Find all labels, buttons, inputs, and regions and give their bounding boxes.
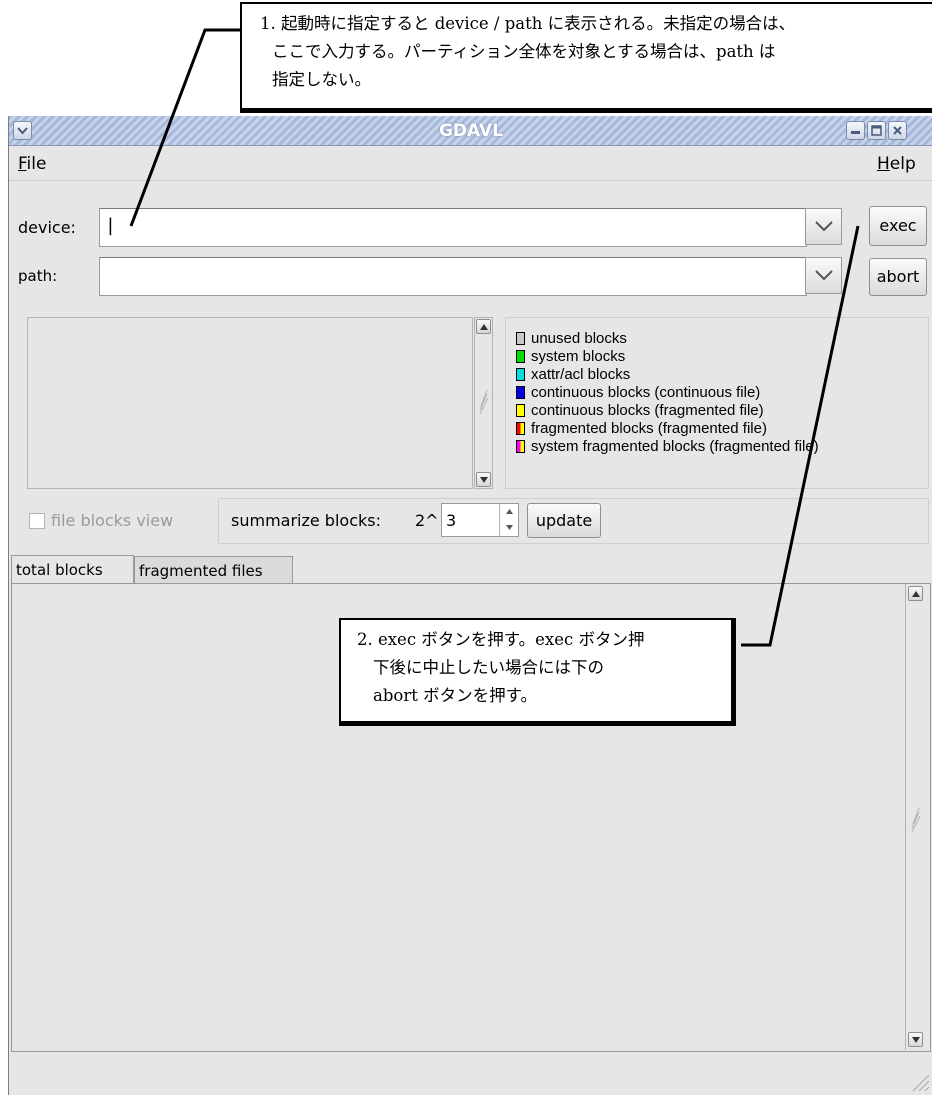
spin-down-button[interactable] bbox=[499, 520, 518, 536]
close-button[interactable] bbox=[888, 121, 907, 140]
callout-1-line-2: ここで入力する。パーティション全体を対象とする場合は、path は bbox=[272, 42, 776, 61]
callout-exec-abort: 2. exec ボタンを押す。exec ボタン押 下後に中止したい場合には下の … bbox=[339, 618, 736, 726]
file-blocks-view-checkbox[interactable] bbox=[29, 513, 45, 529]
summarize-prefix: 2^ bbox=[415, 511, 439, 530]
scroll-down-button[interactable] bbox=[908, 1032, 923, 1047]
scroll-down-button[interactable] bbox=[476, 472, 491, 487]
maximize-icon bbox=[871, 125, 882, 136]
legend-swatch bbox=[516, 368, 525, 381]
callout-1-line-1: 1. 起動時に指定すると device / path に表示される。未指定の場合… bbox=[260, 14, 796, 33]
gdavl-window: GDAVL File Help device: | exec path: abo… bbox=[8, 116, 932, 1095]
device-combo[interactable]: | bbox=[99, 208, 807, 247]
arrow-up-icon bbox=[506, 509, 513, 514]
arrow-down-icon bbox=[506, 525, 513, 530]
abort-button[interactable]: abort bbox=[869, 258, 927, 296]
chevron-down-icon bbox=[815, 221, 833, 232]
close-icon bbox=[893, 126, 902, 135]
path-dropdown-button[interactable] bbox=[805, 257, 842, 294]
update-button[interactable]: update bbox=[527, 503, 601, 538]
callout-2-line-3: abort ボタンを押す。 bbox=[373, 686, 537, 705]
file-blocks-view-label: file blocks view bbox=[51, 511, 174, 530]
resize-grip-icon[interactable] bbox=[909, 1071, 931, 1093]
chevron-down-icon bbox=[815, 270, 833, 281]
legend-swatch bbox=[516, 332, 525, 345]
block-legend: unused blocks system blocks xattr/acl bl… bbox=[505, 317, 929, 489]
legend-label: xattr/acl blocks bbox=[531, 366, 631, 383]
device-input[interactable]: | bbox=[105, 215, 116, 236]
summarize-value[interactable]: 3 bbox=[446, 511, 456, 530]
menu-help[interactable]: Help bbox=[877, 154, 916, 174]
exec-button[interactable]: exec bbox=[869, 206, 927, 246]
menu-file-mnemonic: F bbox=[18, 154, 27, 174]
menu-file-label: ile bbox=[26, 154, 47, 174]
legend-label: continuous blocks (continuous file) bbox=[531, 384, 761, 401]
arrow-up-icon bbox=[480, 324, 488, 330]
path-label: path: bbox=[18, 267, 58, 285]
spin-up-button[interactable] bbox=[499, 504, 518, 520]
title-bar[interactable]: GDAVL bbox=[9, 116, 932, 146]
path-combo[interactable] bbox=[99, 257, 807, 296]
menu-help-mnemonic: H bbox=[877, 154, 890, 174]
arrow-down-icon bbox=[912, 1037, 920, 1043]
legend-label: fragmented blocks (fragmented file) bbox=[531, 420, 767, 437]
arrow-down-icon bbox=[480, 477, 488, 483]
scroll-up-button[interactable] bbox=[476, 319, 491, 334]
legend-label: continuous blocks (fragmented file) bbox=[531, 402, 764, 419]
scroll-up-button[interactable] bbox=[908, 586, 923, 601]
legend-swatch bbox=[516, 422, 525, 435]
maximize-button[interactable] bbox=[867, 121, 886, 140]
menu-bar: File Help bbox=[9, 147, 932, 181]
callout-2-line-1: 2. exec ボタンを押す。exec ボタン押 bbox=[357, 630, 645, 649]
device-dropdown-button[interactable] bbox=[805, 208, 842, 245]
block-map-area[interactable] bbox=[27, 317, 473, 489]
tab-panel-scrollbar[interactable] bbox=[905, 584, 925, 1050]
summarize-label: summarize blocks: bbox=[231, 511, 381, 530]
menu-help-label: elp bbox=[889, 154, 916, 174]
menu-file[interactable]: File bbox=[18, 154, 46, 174]
legend-label: system fragmented blocks (fragmented fil… bbox=[531, 438, 819, 455]
tab-fragmented-files[interactable]: fragmented files bbox=[134, 556, 293, 585]
legend-swatch bbox=[516, 386, 525, 399]
legend-label: unused blocks bbox=[531, 330, 627, 347]
grip-icon bbox=[479, 389, 489, 414]
tab-total-blocks[interactable]: total blocks bbox=[11, 555, 134, 585]
block-map-scrollbar[interactable] bbox=[474, 317, 493, 489]
minimize-button[interactable] bbox=[846, 121, 865, 140]
window-title: GDAVL bbox=[438, 121, 504, 141]
legend-label: system blocks bbox=[531, 348, 626, 365]
legend-swatch bbox=[516, 404, 525, 417]
callout-device-path: 1. 起動時に指定すると device / path に表示される。未指定の場合… bbox=[240, 2, 932, 113]
arrow-up-icon bbox=[912, 591, 920, 597]
summarize-spinbox[interactable]: 3 bbox=[441, 503, 519, 537]
legend-swatch bbox=[516, 350, 525, 363]
minimize-icon bbox=[851, 131, 860, 134]
device-label: device: bbox=[18, 218, 76, 237]
callout-2-line-2: 下後に中止したい場合には下の bbox=[373, 658, 604, 677]
grip-icon bbox=[911, 807, 921, 832]
legend-swatch bbox=[516, 440, 525, 453]
callout-1-line-3: 指定しない。 bbox=[272, 70, 371, 89]
